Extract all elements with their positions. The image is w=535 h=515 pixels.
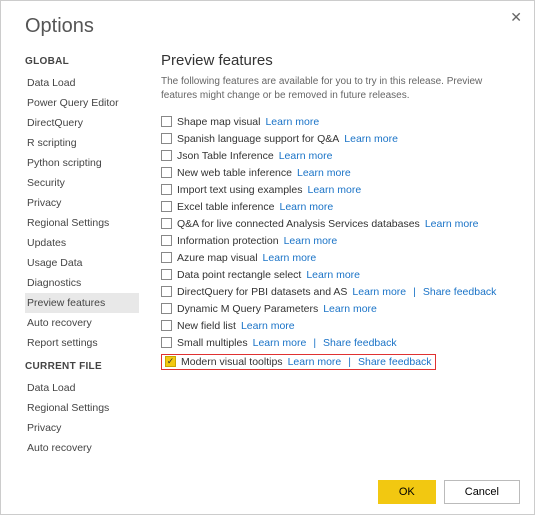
feature-label: Data point rectangle select (177, 269, 301, 281)
sidebar-item[interactable]: Preview features (25, 293, 139, 313)
separator: | (413, 286, 416, 298)
dialog-title: Options (1, 1, 534, 48)
learn-more-link[interactable]: Learn more (307, 184, 361, 196)
feature-row: Q&A for live connected Analysis Services… (161, 215, 520, 232)
learn-more-link[interactable]: Learn more (288, 356, 342, 368)
feature-row: Json Table Inference Learn more (161, 147, 520, 164)
feature-row: DirectQuery for PBI datasets and AS Lear… (161, 283, 520, 300)
cancel-button[interactable]: Cancel (444, 480, 520, 504)
learn-more-link[interactable]: Learn more (284, 235, 338, 247)
sidebar-item[interactable]: Updates (25, 233, 139, 253)
share-feedback-link[interactable]: Share feedback (358, 356, 432, 368)
feature-checkbox[interactable] (161, 303, 172, 314)
feature-label: Small multiples (177, 337, 248, 349)
feature-label: New field list (177, 320, 236, 332)
feature-checkbox[interactable] (161, 337, 172, 348)
feature-checkbox[interactable] (161, 252, 172, 263)
sidebar-item[interactable]: Privacy (25, 418, 139, 438)
feature-label: Import text using examples (177, 184, 302, 196)
learn-more-link[interactable]: Learn more (253, 337, 307, 349)
learn-more-link[interactable]: Learn more (306, 269, 360, 281)
sidebar-item[interactable]: Power Query Editor (25, 93, 139, 113)
feature-label: Spanish language support for Q&A (177, 133, 339, 145)
sidebar: GLOBALData LoadPower Query EditorDirectQ… (1, 48, 139, 478)
feature-row: Spanish language support for Q&A Learn m… (161, 130, 520, 147)
feature-label: Json Table Inference (177, 150, 274, 162)
learn-more-link[interactable]: Learn more (241, 320, 295, 332)
feature-row: Modern visual tooltips Learn more | Share … (161, 351, 520, 372)
preview-features-heading: Preview features (161, 52, 520, 69)
learn-more-link[interactable]: Learn more (279, 150, 333, 162)
sidebar-item[interactable]: Auto recovery (25, 313, 139, 333)
feature-list: Shape map visual Learn moreSpanish langu… (161, 113, 520, 372)
feature-label: New web table inference (177, 167, 292, 179)
learn-more-link[interactable]: Learn more (279, 201, 333, 213)
feature-checkbox[interactable] (165, 356, 176, 367)
ok-button[interactable]: OK (378, 480, 436, 504)
feature-label: DirectQuery for PBI datasets and AS (177, 286, 347, 298)
feature-checkbox[interactable] (161, 116, 172, 127)
separator: | (348, 356, 351, 368)
sidebar-item[interactable]: DirectQuery (25, 113, 139, 133)
sidebar-item[interactable]: Diagnostics (25, 273, 139, 293)
feature-row: Azure map visual Learn more (161, 249, 520, 266)
preview-features-description: The following features are available for… (161, 75, 520, 103)
learn-more-link[interactable]: Learn more (323, 303, 377, 315)
feature-row: Information protection Learn more (161, 232, 520, 249)
feature-row: Data point rectangle select Learn more (161, 266, 520, 283)
share-feedback-link[interactable]: Share feedback (423, 286, 497, 298)
feature-row: New web table inference Learn more (161, 164, 520, 181)
feature-row: Small multiples Learn more | Share feedbac… (161, 334, 520, 351)
feature-label: Information protection (177, 235, 279, 247)
feature-row: Dynamic M Query Parameters Learn more (161, 300, 520, 317)
sidebar-item[interactable]: Regional Settings (25, 398, 139, 418)
feature-checkbox[interactable] (161, 167, 172, 178)
feature-checkbox[interactable] (161, 320, 172, 331)
feature-label: Shape map visual (177, 116, 260, 128)
sidebar-item[interactable]: Python scripting (25, 153, 139, 173)
feature-checkbox[interactable] (161, 269, 172, 280)
learn-more-link[interactable]: Learn more (265, 116, 319, 128)
separator: | (313, 337, 316, 349)
dialog-footer: OK Cancel (378, 480, 520, 504)
learn-more-link[interactable]: Learn more (344, 133, 398, 145)
sidebar-item[interactable]: Security (25, 173, 139, 193)
feature-label: Excel table inference (177, 201, 274, 213)
feature-row: Shape map visual Learn more (161, 113, 520, 130)
feature-checkbox[interactable] (161, 218, 172, 229)
feature-row: Import text using examples Learn more (161, 181, 520, 198)
feature-label: Modern visual tooltips (181, 356, 283, 368)
feature-row: New field list Learn more (161, 317, 520, 334)
sidebar-item[interactable]: Privacy (25, 193, 139, 213)
feature-checkbox[interactable] (161, 184, 172, 195)
share-feedback-link[interactable]: Share feedback (323, 337, 397, 349)
sidebar-item[interactable]: Data Load (25, 378, 139, 398)
close-icon[interactable]: ✕ (510, 9, 522, 26)
feature-label: Azure map visual (177, 252, 258, 264)
feature-checkbox[interactable] (161, 201, 172, 212)
learn-more-link[interactable]: Learn more (425, 218, 479, 230)
sidebar-item[interactable]: R scripting (25, 133, 139, 153)
feature-checkbox[interactable] (161, 235, 172, 246)
sidebar-section-header: CURRENT FILE (25, 361, 139, 372)
feature-checkbox[interactable] (161, 133, 172, 144)
sidebar-item[interactable]: Regional Settings (25, 213, 139, 233)
sidebar-item[interactable]: Usage Data (25, 253, 139, 273)
highlight-box: Modern visual tooltips Learn more | Share … (161, 354, 436, 370)
feature-label: Q&A for live connected Analysis Services… (177, 218, 420, 230)
main-panel: Preview features The following features … (139, 48, 534, 478)
sidebar-item[interactable]: Report settings (25, 333, 139, 353)
learn-more-link[interactable]: Learn more (352, 286, 406, 298)
learn-more-link[interactable]: Learn more (263, 252, 317, 264)
learn-more-link[interactable]: Learn more (297, 167, 351, 179)
feature-label: Dynamic M Query Parameters (177, 303, 318, 315)
sidebar-item[interactable]: Auto recovery (25, 438, 139, 458)
feature-row: Excel table inference Learn more (161, 198, 520, 215)
sidebar-item[interactable]: Data Load (25, 73, 139, 93)
content: GLOBALData LoadPower Query EditorDirectQ… (1, 48, 534, 478)
feature-checkbox[interactable] (161, 150, 172, 161)
sidebar-section-header: GLOBAL (25, 56, 139, 67)
feature-checkbox[interactable] (161, 286, 172, 297)
